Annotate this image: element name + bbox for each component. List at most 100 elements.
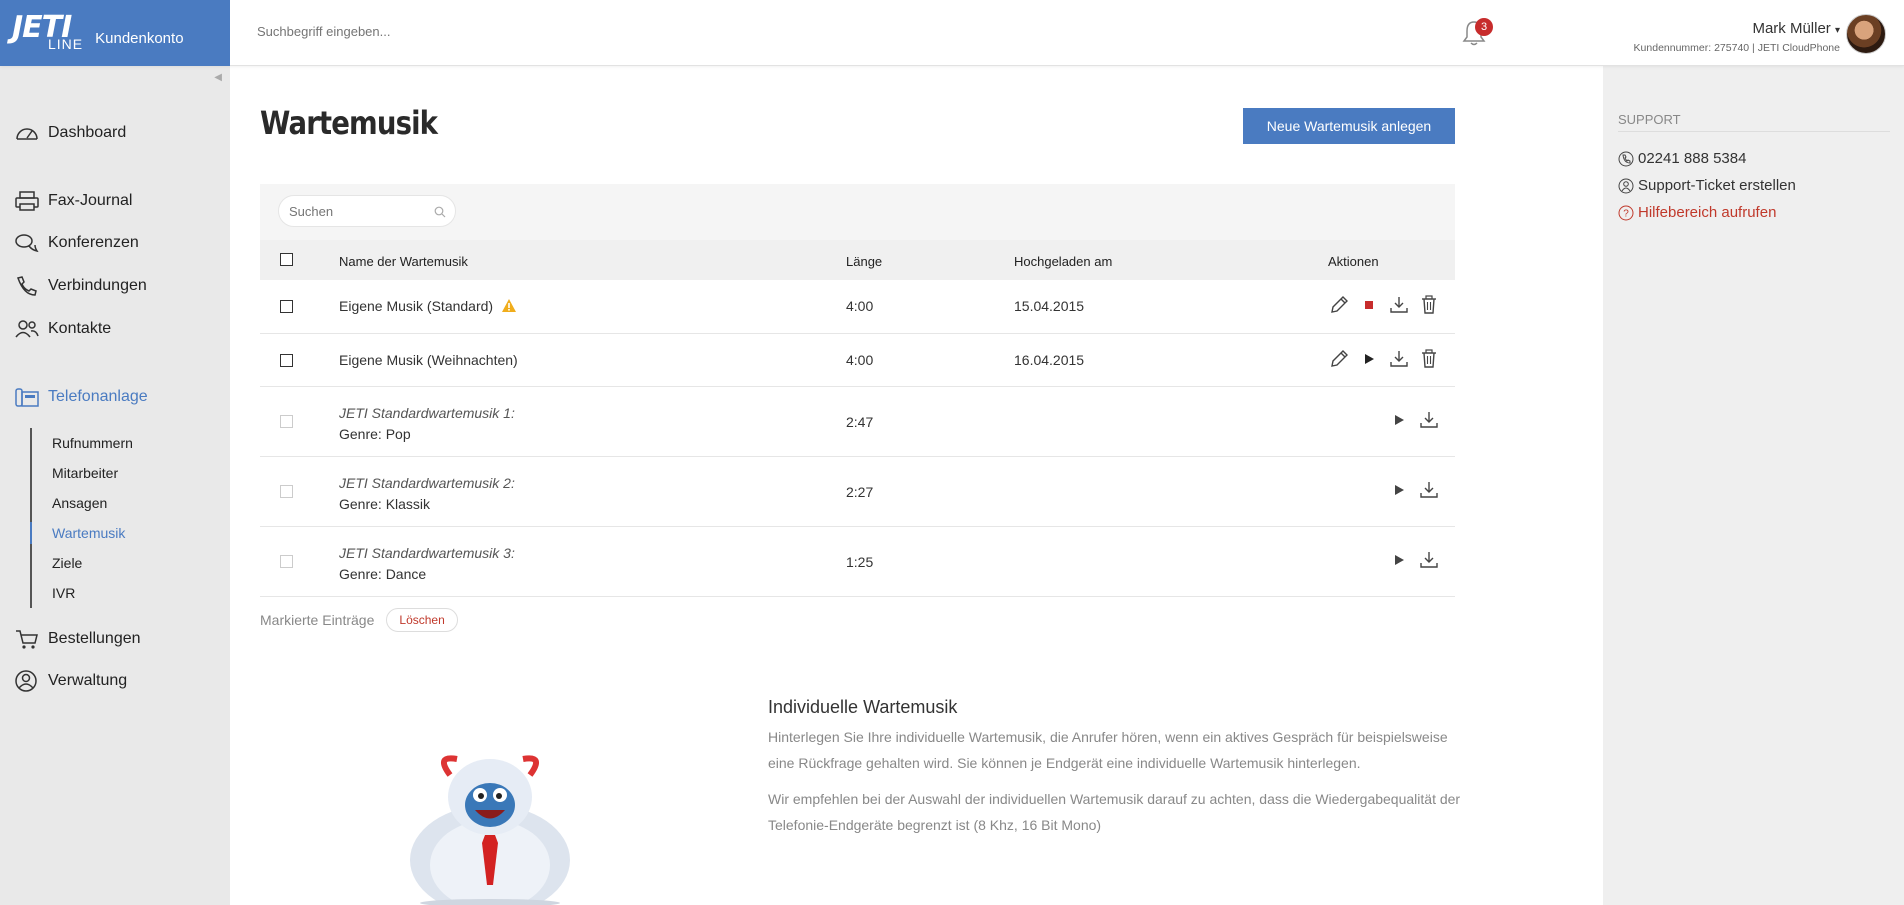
download-icon[interactable] — [1418, 479, 1440, 501]
cart-icon — [16, 630, 38, 649]
avatar[interactable] — [1846, 14, 1886, 54]
sidebar-item-verbindungen[interactable]: Verbindungen — [14, 275, 147, 297]
logo: JETI LINE — [12, 13, 84, 52]
row-checkbox[interactable] — [280, 354, 293, 367]
phone-icon — [17, 276, 37, 296]
table-header: Name der Wartemusik Länge Hochgeladen am… — [260, 240, 1455, 280]
trash-icon[interactable] — [1418, 348, 1440, 370]
music-title: JETI Standardwartemusik 1: — [339, 405, 515, 421]
sidebar-item-ansagen[interactable]: Ansagen — [32, 488, 133, 518]
customer-number: Kundennummer: 275740 | JETI CloudPhone — [1633, 42, 1840, 54]
row-actions — [1388, 409, 1440, 431]
sidebar-item-ivr[interactable]: IVR — [32, 578, 133, 608]
col-uploaded[interactable]: Hochgeladen am — [1014, 254, 1112, 269]
row-checkbox-disabled — [280, 415, 293, 428]
edit-icon[interactable] — [1328, 294, 1350, 316]
info-heading: Individuelle Wartemusik — [768, 697, 958, 717]
music-name: JETI Standardwartemusik 3: Genre: Dance — [339, 543, 515, 585]
table-row: Eigene Musik (Weihnachten) 4:00 16.04.20… — [260, 334, 1455, 387]
play-icon[interactable] — [1388, 479, 1410, 501]
stop-icon[interactable] — [1358, 294, 1380, 316]
music-date: 16.04.2015 — [1014, 352, 1085, 368]
support-panel: SUPPORT 02241 888 5384 Support-Ticket er… — [1603, 66, 1904, 905]
trash-icon[interactable] — [1418, 294, 1440, 316]
music-name: JETI Standardwartemusik 2: Genre: Klassi… — [339, 473, 515, 515]
col-actions: Aktionen — [1328, 254, 1379, 269]
col-length[interactable]: Länge — [846, 254, 882, 269]
music-name: Eigene Musik (Standard) — [339, 298, 517, 314]
svg-text:?: ? — [1623, 208, 1629, 219]
bulk-actions: Markierte Einträge Löschen — [260, 608, 458, 632]
music-genre: Genre: Pop — [339, 426, 411, 442]
chat-bubbles-icon — [15, 234, 39, 253]
table-row: JETI Standardwartemusik 2: Genre: Klassi… — [260, 457, 1455, 527]
printer-icon — [15, 191, 39, 211]
user-circle-icon — [1618, 178, 1634, 193]
question-circle-icon: ? — [1618, 205, 1634, 220]
sidebar-item-dashboard[interactable]: Dashboard — [14, 122, 126, 144]
row-actions — [1328, 348, 1440, 370]
music-title: JETI Standardwartemusik 2: — [339, 475, 515, 491]
col-name[interactable]: Name der Wartemusik — [339, 254, 468, 269]
sidebar-item-telefonanlage[interactable]: Telefonanlage — [14, 386, 148, 408]
music-genre: Genre: Dance — [339, 566, 427, 582]
sub-navigation: Rufnummern Mitarbeiter Ansagen Wartemusi… — [30, 428, 133, 608]
music-length: 4:00 — [846, 298, 874, 314]
edit-icon[interactable] — [1328, 348, 1350, 370]
warning-icon — [501, 299, 516, 312]
music-date: 15.04.2015 — [1014, 298, 1085, 314]
music-length: 2:27 — [846, 484, 874, 500]
global-search-input[interactable] — [257, 24, 657, 39]
download-icon[interactable] — [1388, 294, 1410, 316]
top-bar: JETI LINE Kundenkonto 3 Mark Müller ▾ Ku… — [0, 0, 1904, 66]
sidebar-item-rufnummern[interactable]: Rufnummern — [32, 428, 133, 458]
notification-badge: 3 — [1475, 18, 1493, 36]
row-checkbox[interactable] — [280, 300, 293, 313]
marked-entries-label: Markierte Einträge — [260, 612, 375, 628]
sidebar-item-kontakte[interactable]: Kontakte — [14, 318, 111, 340]
help-area-link[interactable]: ? Hilfebereich aufrufen — [1618, 204, 1776, 221]
delete-selected-button[interactable]: Löschen — [386, 608, 458, 632]
logo-bottom: LINE — [48, 35, 84, 52]
phone-system-icon — [15, 388, 39, 407]
support-ticket-link[interactable]: Support-Ticket erstellen — [1618, 177, 1796, 194]
download-icon[interactable] — [1388, 348, 1410, 370]
caret-down-icon: ▾ — [1834, 25, 1840, 36]
search-icon[interactable] — [434, 206, 446, 218]
music-title: JETI Standardwartemusik 3: — [339, 545, 515, 561]
row-checkbox-disabled — [280, 485, 293, 498]
sidebar-item-ziele[interactable]: Ziele — [32, 548, 133, 578]
select-all-checkbox[interactable] — [280, 253, 293, 266]
music-name: JETI Standardwartemusik 1: Genre: Pop — [339, 403, 515, 445]
sidebar-item-mitarbeiter[interactable]: Mitarbeiter — [32, 458, 133, 488]
sidebar-item-fax-journal[interactable]: Fax-Journal — [14, 190, 132, 212]
support-phone[interactable]: 02241 888 5384 — [1618, 150, 1746, 167]
sidebar-item-verwaltung[interactable]: Verwaltung — [14, 670, 127, 692]
table-row: Eigene Musik (Standard) 4:00 15.04.2015 — [260, 280, 1455, 334]
user-circle-icon — [15, 670, 37, 692]
yeti-mascot-illustration — [410, 755, 570, 905]
play-icon[interactable] — [1388, 409, 1410, 431]
phone-icon — [1618, 151, 1634, 166]
row-checkbox-disabled — [280, 555, 293, 568]
search-input[interactable] — [278, 195, 456, 227]
download-icon[interactable] — [1418, 409, 1440, 431]
new-music-button[interactable]: Neue Wartemusik anlegen — [1243, 108, 1455, 144]
user-menu[interactable]: Mark Müller ▾ Kundennummer: 275740 | JET… — [1634, 20, 1840, 54]
row-actions — [1328, 294, 1440, 316]
table-search-bar — [260, 184, 1455, 240]
info-paragraph: Hinterlegen Sie Ihre individuelle Wartem… — [768, 729, 1448, 771]
download-icon[interactable] — [1418, 549, 1440, 571]
row-actions — [1388, 549, 1440, 571]
sidebar-item-bestellungen[interactable]: Bestellungen — [14, 628, 141, 650]
user-name[interactable]: Mark Müller ▾ — [1634, 20, 1840, 37]
sidebar-item-konferenzen[interactable]: Konferenzen — [14, 232, 139, 254]
collapse-sidebar-icon[interactable]: ◀ — [214, 72, 222, 83]
play-icon[interactable] — [1388, 549, 1410, 571]
music-name: Eigene Musik (Weihnachten) — [339, 352, 518, 368]
support-heading: SUPPORT — [1618, 112, 1890, 132]
sidebar-item-wartemusik[interactable]: Wartemusik — [30, 518, 133, 548]
brand[interactable]: JETI LINE Kundenkonto — [0, 0, 230, 66]
users-icon — [15, 320, 39, 338]
play-icon[interactable] — [1358, 348, 1380, 370]
